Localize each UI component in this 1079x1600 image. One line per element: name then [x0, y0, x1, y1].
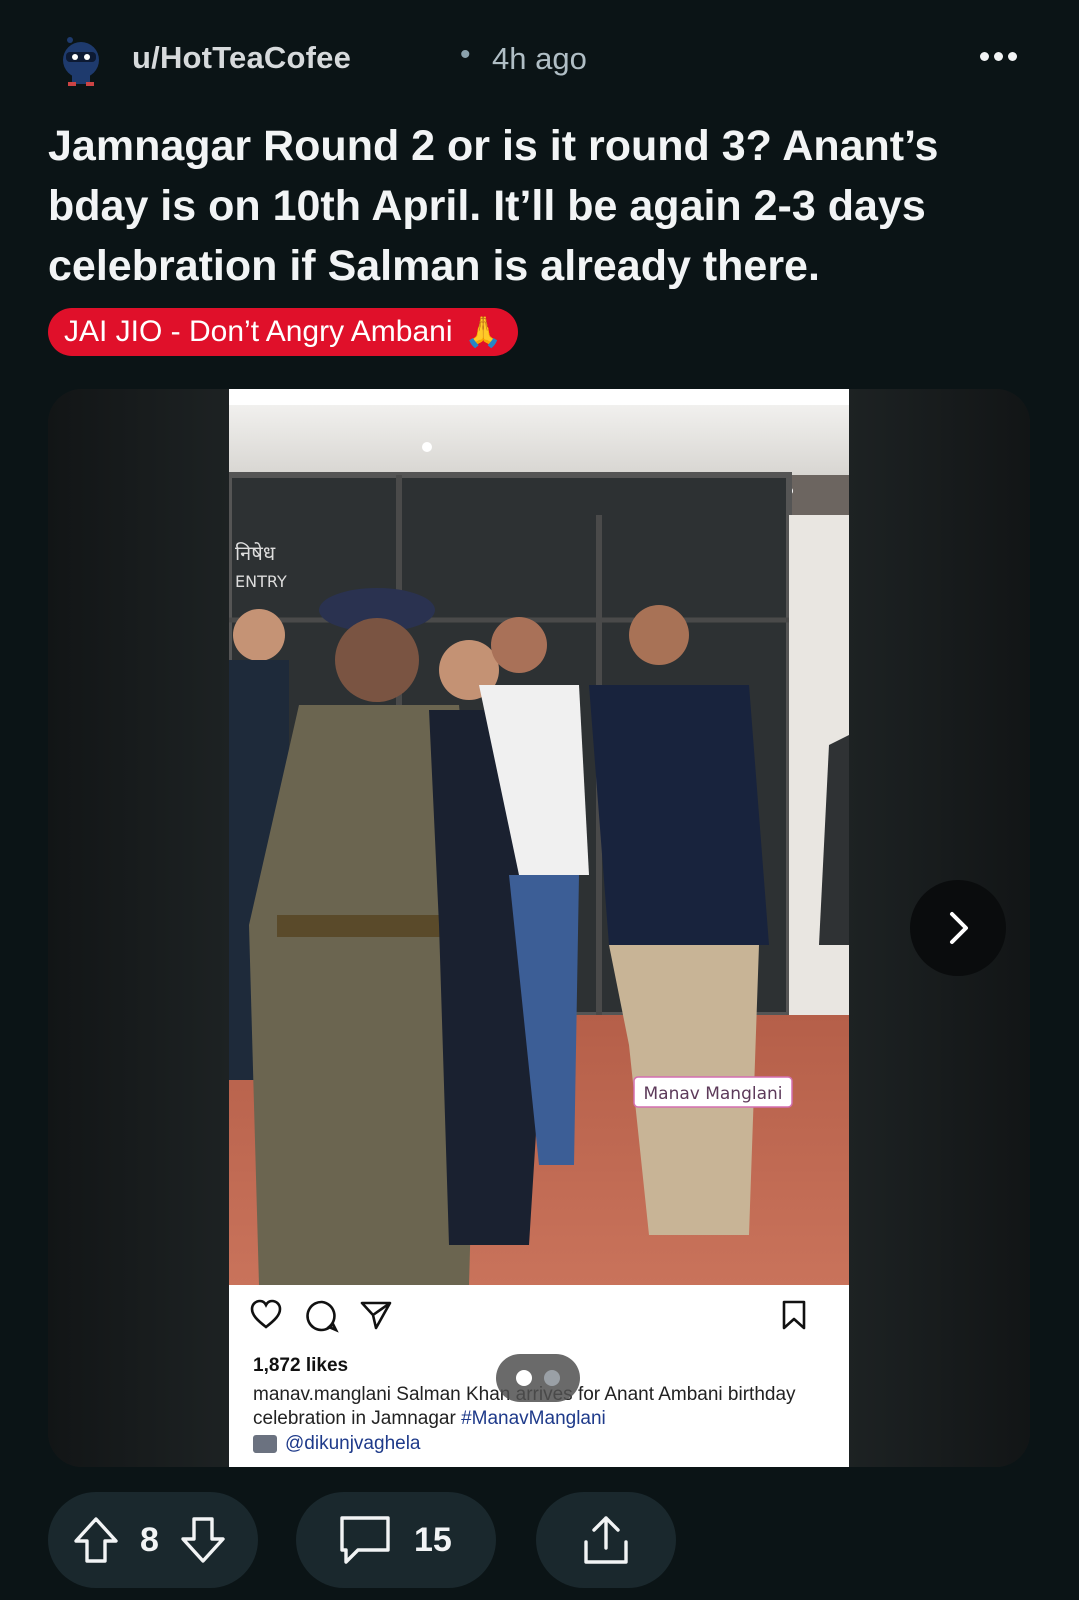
post-flair[interactable]: JAI JIO - Don’t Angry Ambani 🙏 [48, 308, 518, 356]
sign-text-entry: ENTRY [235, 572, 287, 591]
chevron-right-icon [950, 912, 968, 944]
flair-label: JAI JIO - Don’t Angry Ambani [64, 315, 453, 348]
send-icon [360, 1301, 392, 1330]
instagram-post-screenshot: निषेध ENTRY Manav Manglani 1,872 likes m… [229, 389, 849, 1467]
pager-dot-active [516, 1370, 532, 1386]
gallery-pager [496, 1354, 580, 1402]
photo-watermark: Manav Manglani [643, 1084, 782, 1104]
downvote-icon[interactable] [179, 1515, 227, 1565]
heart-icon [250, 1299, 282, 1329]
upvote-icon[interactable] [72, 1515, 120, 1565]
username[interactable]: u/HotTeaCofee [132, 40, 351, 76]
more-options-button[interactable] [968, 34, 1028, 78]
comments-button[interactable]: 15 [296, 1492, 496, 1588]
more-dot-icon [979, 51, 989, 61]
caption-username: manav.manglani [253, 1384, 392, 1405]
bookmark-icon [782, 1300, 806, 1330]
camera-icon [253, 1435, 277, 1453]
post-media[interactable]: निषेध ENTRY Manav Manglani 1,872 likes m… [48, 389, 1030, 1467]
likes-count: 1,872 likes [253, 1355, 349, 1376]
more-dot-icon [1007, 51, 1017, 61]
comment-bubble-icon [306, 1300, 339, 1333]
flair-emoji: 🙏 [464, 315, 502, 349]
avatar[interactable] [48, 24, 114, 90]
post-time: 4h ago [492, 41, 587, 76]
post-header: u/HotTeaCofee • 4h ago [48, 24, 1038, 90]
comment-count: 15 [414, 1520, 452, 1559]
credit-handle: @dikunjvaghela [285, 1433, 421, 1454]
next-image-button[interactable] [910, 880, 1006, 976]
media-blur-left [48, 389, 230, 1467]
vote-count: 8 [140, 1520, 159, 1559]
separator-dot: • [460, 38, 471, 71]
sign-text-hindi: निषेध [235, 541, 276, 565]
photo-credit: @dikunjvaghela [253, 1433, 421, 1455]
share-icon [584, 1516, 628, 1564]
vote-pill: 8 [48, 1492, 258, 1588]
post-photo: निषेध ENTRY Manav Manglani [229, 405, 849, 1285]
more-dot-icon [993, 51, 1003, 61]
post-title[interactable]: Jamnagar Round 2 or is it round 3? Anant… [48, 116, 1008, 296]
post-actions-bar: 8 15 [48, 1492, 1038, 1588]
caption-hashtag: #ManavManglani [461, 1408, 606, 1429]
comment-icon [340, 1516, 390, 1564]
share-button[interactable] [536, 1492, 676, 1588]
pager-dot [544, 1370, 560, 1386]
instagram-actions [249, 1299, 829, 1339]
